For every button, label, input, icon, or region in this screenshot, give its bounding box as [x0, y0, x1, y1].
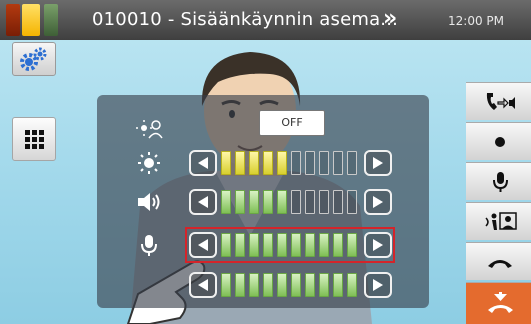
status-indicator-green	[44, 4, 58, 36]
row-volume	[97, 187, 429, 217]
intercom-screen: 010010 - Sisäänkäynnin asema... » 12:00 …	[0, 0, 531, 324]
brightness-increase-button[interactable]	[364, 150, 392, 176]
level-bar	[319, 190, 329, 214]
volume-increase-button[interactable]	[364, 189, 392, 215]
record-icon	[495, 137, 505, 147]
level-bar	[291, 151, 301, 175]
call-transfer-icon	[486, 93, 515, 110]
record-button[interactable]	[466, 122, 531, 160]
volume-level-bars	[221, 190, 361, 214]
row-extra	[97, 270, 429, 300]
brightness-person-icon	[136, 120, 163, 139]
level-bar	[347, 273, 357, 297]
level-bar	[305, 190, 315, 214]
menu-grid-button[interactable]	[12, 117, 56, 161]
hang-up-button[interactable]	[466, 242, 531, 280]
level-bar	[291, 273, 301, 297]
clock: 12:00 PM	[448, 14, 504, 28]
station-title: 010010 - Sisäänkäynnin asema...	[92, 9, 399, 30]
level-bar	[221, 273, 231, 297]
level-bar	[249, 273, 259, 297]
level-bar	[305, 151, 315, 175]
microphone-icon	[141, 235, 157, 256]
level-bar	[249, 151, 259, 175]
microphone-button[interactable]	[466, 162, 531, 200]
arrow-right-icon	[373, 279, 383, 291]
level-bar	[305, 273, 315, 297]
level-bar	[291, 190, 301, 214]
settings-button[interactable]	[12, 42, 56, 76]
status-indicator-yellow	[22, 4, 40, 36]
call-control-column	[466, 82, 531, 324]
end-call-button[interactable]	[466, 282, 531, 324]
level-bar	[249, 190, 259, 214]
row-brightness	[97, 148, 429, 178]
call-transfer-button[interactable]	[466, 82, 531, 120]
hang-up-icon	[488, 260, 512, 268]
level-bar	[347, 190, 357, 214]
arrow-left-icon	[198, 196, 208, 208]
extra-decrease-button[interactable]	[189, 272, 217, 298]
level-bar	[333, 151, 343, 175]
level-bar	[277, 273, 287, 297]
level-bar	[277, 190, 287, 214]
level-bar	[235, 190, 245, 214]
level-bar	[347, 151, 357, 175]
arrow-left-icon	[198, 279, 208, 291]
brightness-level-bars	[221, 151, 361, 175]
level-bar	[263, 190, 273, 214]
camera-switch-button[interactable]	[466, 202, 531, 240]
level-bar	[333, 190, 343, 214]
level-bar	[333, 273, 343, 297]
level-bar	[263, 151, 273, 175]
arrow-left-icon	[198, 157, 208, 169]
forward-icon[interactable]: »	[383, 6, 397, 31]
volume-decrease-button[interactable]	[189, 189, 217, 215]
level-bar	[263, 273, 273, 297]
arrow-right-icon	[373, 157, 383, 169]
level-bar	[221, 151, 231, 175]
level-bar	[277, 151, 287, 175]
row-camera-mode	[97, 113, 429, 143]
level-bar	[221, 190, 231, 214]
header-bar: 010010 - Sisäänkäynnin asema... » 12:00 …	[0, 0, 531, 40]
extra-increase-button[interactable]	[364, 272, 392, 298]
selection-highlight	[185, 227, 395, 263]
status-indicator-red	[6, 4, 20, 36]
level-bar	[235, 273, 245, 297]
level-bar	[235, 151, 245, 175]
speaker-icon	[138, 193, 160, 211]
extra-level-bars	[221, 273, 361, 297]
level-bar	[319, 151, 329, 175]
level-bar	[319, 273, 329, 297]
grid-icon	[25, 130, 44, 149]
brightness-decrease-button[interactable]	[189, 150, 217, 176]
gear-icon	[20, 47, 47, 71]
camera-switch-icon	[485, 212, 517, 230]
microphone-icon	[493, 172, 508, 192]
adjustment-panel: OFF	[97, 95, 429, 308]
end-call-icon	[488, 292, 513, 313]
sun-icon	[138, 152, 160, 174]
arrow-right-icon	[373, 196, 383, 208]
